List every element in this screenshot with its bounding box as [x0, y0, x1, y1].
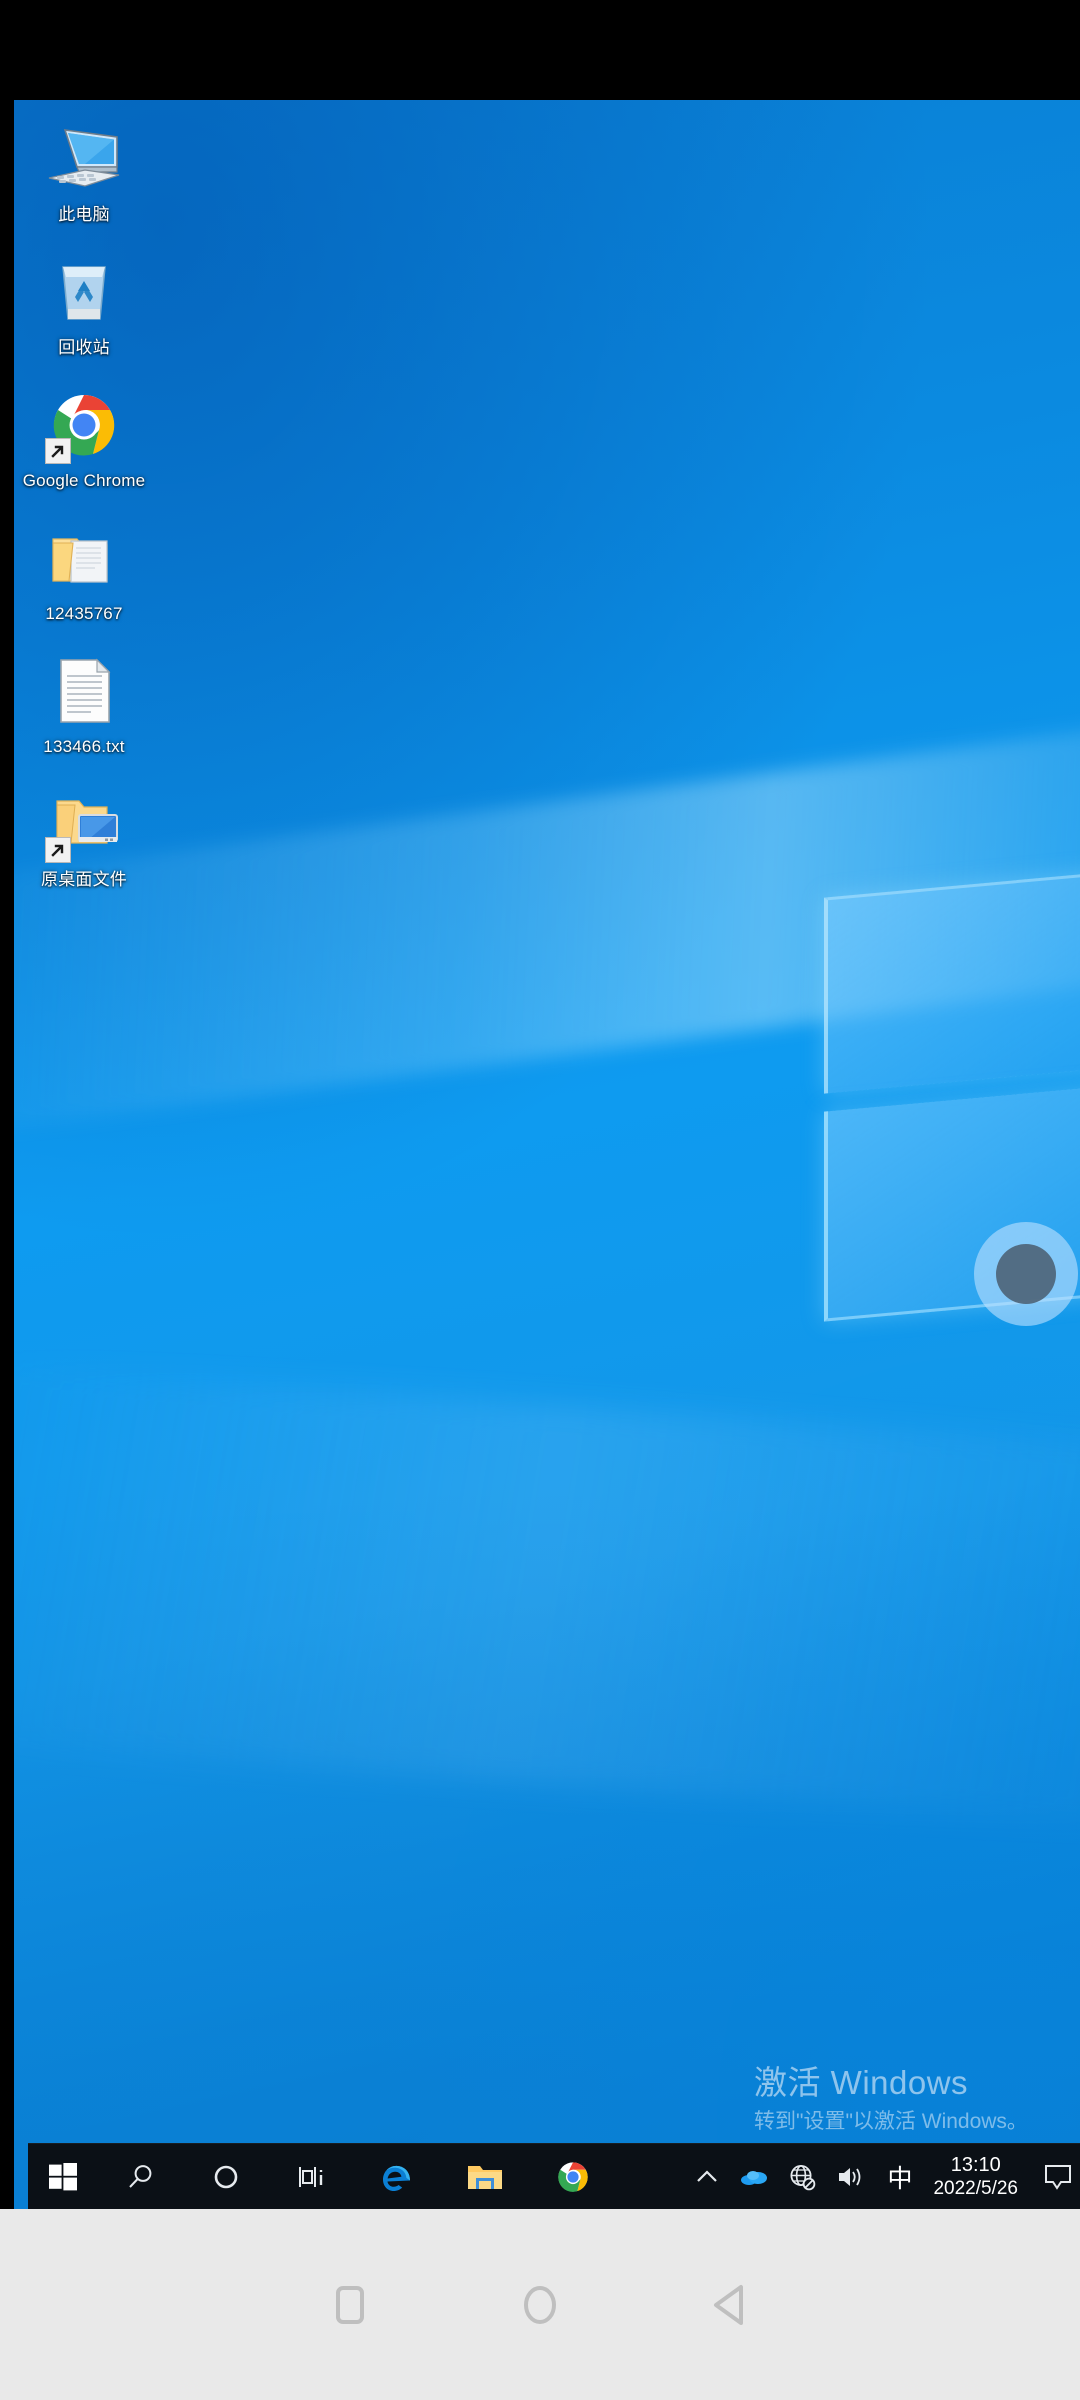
home-button[interactable] — [445, 2209, 635, 2400]
onedrive-tray-icon-button[interactable] — [730, 2144, 778, 2210]
wallpaper-pane-top — [824, 870, 1080, 1094]
file-explorer-button[interactable] — [441, 2144, 529, 2210]
desktop-icon-label: 此电脑 — [58, 205, 110, 224]
windows-desktop[interactable]: 此电脑 回收站 Google Chrome 12435767 133466.tx… — [14, 100, 1080, 2209]
google-chrome-icon — [45, 386, 123, 464]
circle-icon — [524, 2285, 556, 2324]
windows-activation-watermark: 激活 Windows 转到"设置"以激活 Windows。 — [754, 2063, 1054, 2137]
show-hidden-icons-button[interactable] — [684, 2144, 730, 2210]
globe-no-internet-icon — [790, 2164, 816, 2190]
start-button[interactable] — [28, 2144, 98, 2210]
folder-monitor-shortcut-icon — [45, 785, 123, 863]
cortana-circle-icon — [214, 2165, 237, 2188]
touch-pointer-indicator — [974, 1222, 1078, 1326]
recents-button[interactable] — [255, 2209, 445, 2400]
desktop-icon-folder-12435767[interactable]: 12435767 — [20, 513, 148, 628]
windows-logo-icon — [49, 2162, 77, 2190]
chevron-up-icon — [697, 2169, 718, 2182]
recycle-bin-icon — [45, 253, 123, 331]
edge-icon — [383, 2165, 410, 2191]
volume-tray-icon-button[interactable] — [826, 2144, 876, 2210]
desktop-icon-grid: 此电脑 回收站 Google Chrome 12435767 133466.tx… — [20, 114, 170, 912]
touch-core — [996, 1244, 1056, 1304]
action-center-button[interactable] — [1032, 2144, 1080, 2210]
top-letterbox-bar — [0, 0, 1080, 100]
speaker-icon — [839, 2167, 861, 2186]
android-navigation-bar[interactable] — [0, 2209, 1080, 2400]
clock-time: 13:10 — [950, 2153, 1001, 2176]
edge-button[interactable] — [353, 2144, 441, 2210]
windows-taskbar[interactable]: 中 13:10 2022/5/26 — [28, 2143, 1080, 2209]
folder-open-document-icon — [45, 519, 123, 597]
task-view-icon — [298, 2166, 322, 2187]
this-pc-icon — [45, 120, 123, 198]
desktop-icon-label: Google Chrome — [22, 471, 146, 490]
text-file-icon — [45, 652, 123, 730]
desktop-icon-text-file[interactable]: 133466.txt — [20, 646, 148, 761]
desktop-icon-label: 133466.txt — [43, 737, 125, 756]
file-explorer-icon — [468, 2165, 502, 2189]
back-button[interactable] — [635, 2209, 825, 2400]
triangle-left-icon — [714, 2284, 743, 2325]
desktop-icon-label: 12435767 — [45, 604, 123, 623]
google-chrome-icon — [558, 2161, 588, 2192]
desktop-icon-google-chrome[interactable]: Google Chrome — [20, 380, 148, 495]
desktop-icon-recycle-bin[interactable]: 回收站 — [20, 247, 148, 362]
taskbar-clock[interactable]: 13:10 2022/5/26 — [923, 2144, 1032, 2210]
desktop-icon-label: 原桌面文件 — [41, 870, 127, 889]
cortana-button[interactable] — [183, 2144, 268, 2210]
clock-date: 2022/5/26 — [933, 2177, 1018, 2199]
square-icon — [336, 2285, 364, 2324]
ime-indicator[interactable]: 中 — [876, 2144, 923, 2210]
task-view-button[interactable] — [268, 2144, 353, 2210]
cloud-icon — [741, 2170, 768, 2185]
shortcut-arrow-badge — [45, 837, 71, 863]
chrome-button[interactable] — [529, 2144, 617, 2210]
search-icon — [128, 2164, 151, 2188]
desktop-icon-label: 回收站 — [58, 338, 110, 357]
network-tray-icon-button[interactable] — [778, 2144, 826, 2210]
desktop-icon-this-pc[interactable]: 此电脑 — [20, 114, 148, 229]
desktop-wallpaper — [14, 100, 1080, 2209]
system-tray: 中 13:10 2022/5/26 — [684, 2144, 1080, 2210]
shortcut-arrow-badge — [45, 438, 71, 464]
speech-bubble-icon — [1045, 2164, 1071, 2190]
phone-screen: 此电脑 回收站 Google Chrome 12435767 133466.tx… — [0, 0, 1080, 2400]
taskbar-buttons — [28, 2144, 617, 2210]
watermark-title: 激活 Windows — [754, 2064, 969, 2101]
watermark-subtitle: 转到"设置"以激活 Windows。 — [754, 2110, 1028, 2133]
desktop-icon-original-desktop-files[interactable]: 原桌面文件 — [20, 779, 148, 894]
search-button[interactable] — [98, 2144, 183, 2210]
